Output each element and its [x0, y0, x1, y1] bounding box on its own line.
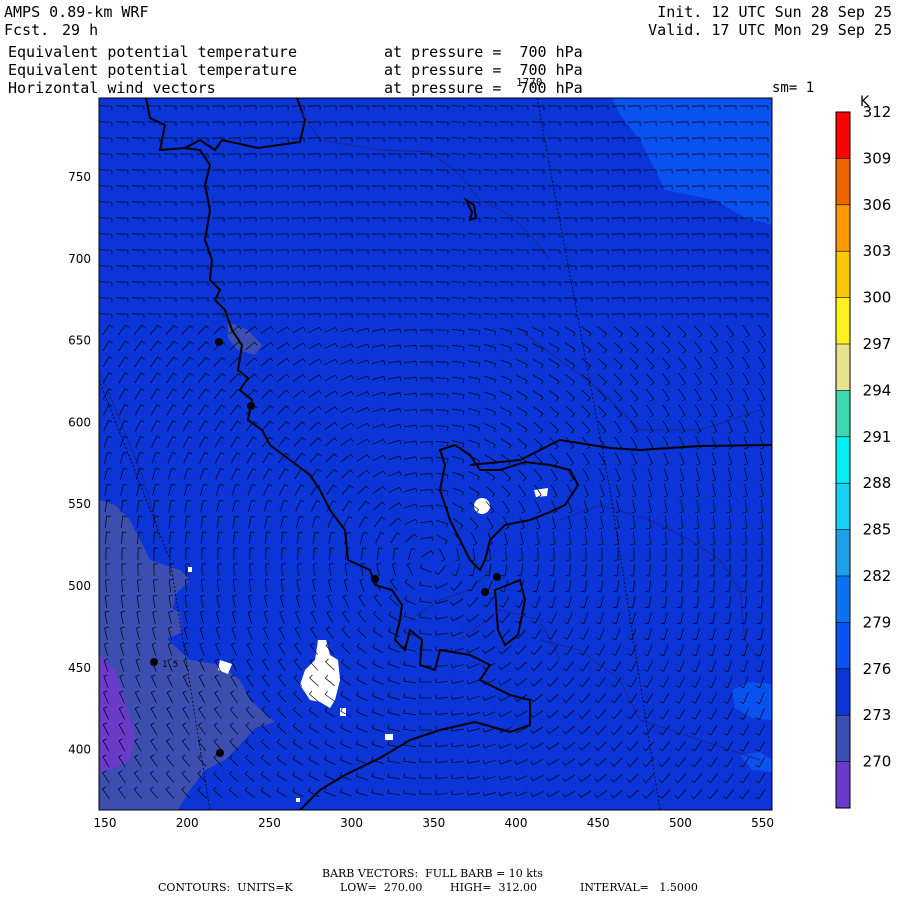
colorbar-label: 303	[863, 242, 892, 260]
x-tick-label: 300	[340, 816, 363, 830]
y-axis-ticks: 750 700 650 600 550 500 450 400	[68, 170, 91, 757]
y-tick-label: 650	[68, 334, 91, 348]
colorbar-label: 282	[863, 567, 892, 585]
colorbar-segment	[836, 158, 850, 205]
x-axis-ticks: 150 200 250 300 350 400 450 500 550	[94, 816, 775, 830]
colorbar-segment	[836, 668, 850, 716]
inline-contour-label: 1.5	[162, 660, 178, 670]
colorbar-segment	[836, 622, 850, 669]
barb-legend: BARB VECTORS: FULL BARB = 10 kts	[322, 867, 543, 880]
map-area	[99, 98, 772, 810]
x-tick-label: 500	[669, 816, 692, 830]
y-tick-label: 600	[68, 415, 91, 429]
colorbar-label: 291	[863, 428, 892, 446]
colorbar-segment	[836, 112, 850, 159]
colorbar-segment	[836, 344, 850, 391]
colorbar-segment	[836, 761, 850, 808]
colorbar-segment	[836, 436, 850, 484]
colorbar-segment	[836, 715, 850, 762]
colorbar-segment	[836, 204, 850, 252]
x-tick-label: 250	[258, 816, 281, 830]
colorbar-unit: K	[860, 94, 870, 110]
y-tick-label: 750	[68, 170, 91, 184]
colorbar-segment	[836, 390, 850, 437]
colorbar-label: 273	[863, 706, 892, 724]
y-tick-label: 700	[68, 252, 91, 266]
colorbar-label: 270	[863, 753, 892, 771]
colorbar-label: 276	[863, 660, 892, 678]
map-panel: 1.5 150 200 250 300 350 400 450 500 550 750 700 65…	[68, 94, 892, 830]
colorbar-segment	[836, 529, 850, 576]
colorbar-segment	[836, 483, 850, 530]
x-tick-label: 200	[176, 816, 199, 830]
x-tick-label: 450	[587, 816, 610, 830]
contours-units: CONTOURS: UNITS=K	[158, 881, 293, 894]
colorbar-segment	[836, 251, 850, 298]
x-tick-label: 400	[505, 816, 528, 830]
contours-interval: INTERVAL= 1.5000	[580, 881, 698, 894]
colorbar-label: 300	[863, 289, 892, 307]
colorbar-label: 306	[863, 196, 892, 214]
x-tick-label: 150	[94, 816, 117, 830]
colorbar-label: 294	[863, 381, 892, 399]
colorbar-label: 309	[863, 149, 892, 167]
colorbar-label: 279	[863, 613, 892, 631]
contours-low: LOW= 270.00	[340, 881, 423, 894]
colorbar-label: 285	[863, 521, 892, 539]
x-tick-label: 350	[422, 816, 445, 830]
colorbar-segment	[836, 297, 850, 344]
x-tick-label: 550	[751, 816, 774, 830]
colorbar-segment	[836, 576, 850, 623]
y-tick-label: 400	[68, 743, 91, 757]
y-tick-label: 550	[68, 497, 91, 511]
contours-high: HIGH= 312.00	[450, 881, 538, 894]
colorbar-label: 297	[863, 335, 892, 353]
y-tick-label: 500	[68, 579, 91, 593]
colorbar: 270 273 276 279 282 285 288 291 294 297 300 303 306 3…	[835, 103, 892, 809]
colorbar-label: 288	[863, 474, 892, 492]
y-tick-label: 450	[68, 661, 91, 675]
